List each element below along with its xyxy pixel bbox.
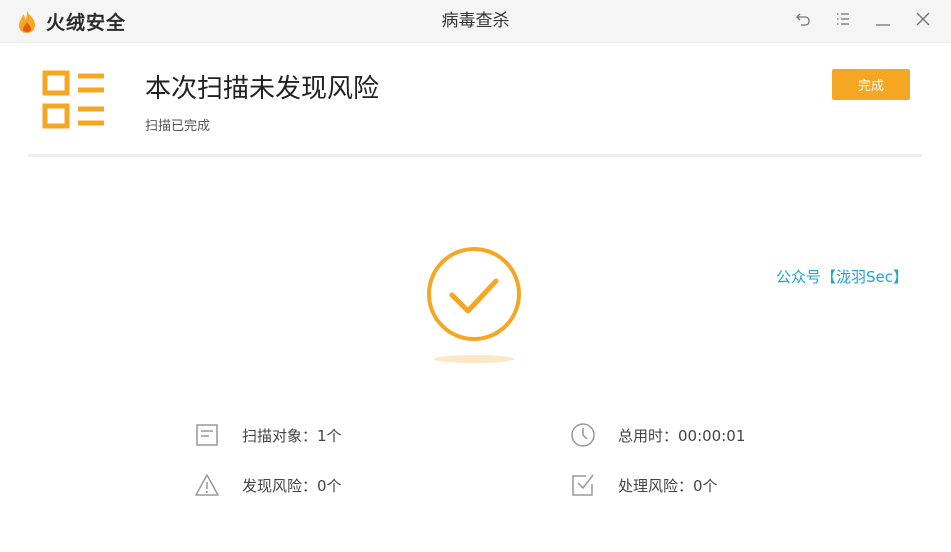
scan-result-title: 本次扫描未发现风险 xyxy=(145,74,380,104)
stat-total-time-label: 总用时：00:00:01 xyxy=(618,426,746,445)
warning-icon xyxy=(194,472,220,498)
clock-icon xyxy=(570,422,596,448)
scan-result-subtitle: 扫描已完成 xyxy=(145,119,211,134)
document-icon xyxy=(194,422,220,448)
back-button[interactable] xyxy=(789,7,817,35)
title-bar: 火绒安全 病毒查杀 xyxy=(0,0,951,43)
stat-risks-handled: 处理风险：0个 xyxy=(570,472,718,498)
flame-logo-icon xyxy=(16,10,38,34)
back-icon xyxy=(795,11,811,31)
close-button[interactable] xyxy=(909,7,937,35)
brand-name: 火绒安全 xyxy=(46,12,127,34)
stat-scanned-objects: 扫描对象：1个 xyxy=(194,422,342,448)
minimize-button[interactable] xyxy=(869,7,897,35)
stat-risks-found: 发现风险：0个 xyxy=(194,472,342,498)
report-list-icon xyxy=(42,70,106,134)
close-icon xyxy=(915,11,931,31)
checkbox-checked-icon xyxy=(570,472,596,498)
menu-icon xyxy=(835,11,851,31)
check-circle-icon xyxy=(424,246,524,370)
window-controls xyxy=(777,0,937,42)
stat-risks-handled-label: 处理风险：0个 xyxy=(618,476,718,495)
watermark-text: 公众号【泷羽Sec】 xyxy=(776,268,908,286)
stat-scanned-objects-label: 扫描对象：1个 xyxy=(242,426,342,445)
done-button[interactable]: 完成 xyxy=(832,69,910,100)
stat-risks-found-label: 发现风险：0个 xyxy=(242,476,342,495)
scan-result-header: 本次扫描未发现风险 扫描已完成 完成 xyxy=(28,42,922,157)
menu-button[interactable] xyxy=(829,7,857,35)
stat-total-time: 总用时：00:00:01 xyxy=(570,422,745,448)
minimize-icon xyxy=(875,11,891,31)
brand: 火绒安全 xyxy=(16,8,126,35)
